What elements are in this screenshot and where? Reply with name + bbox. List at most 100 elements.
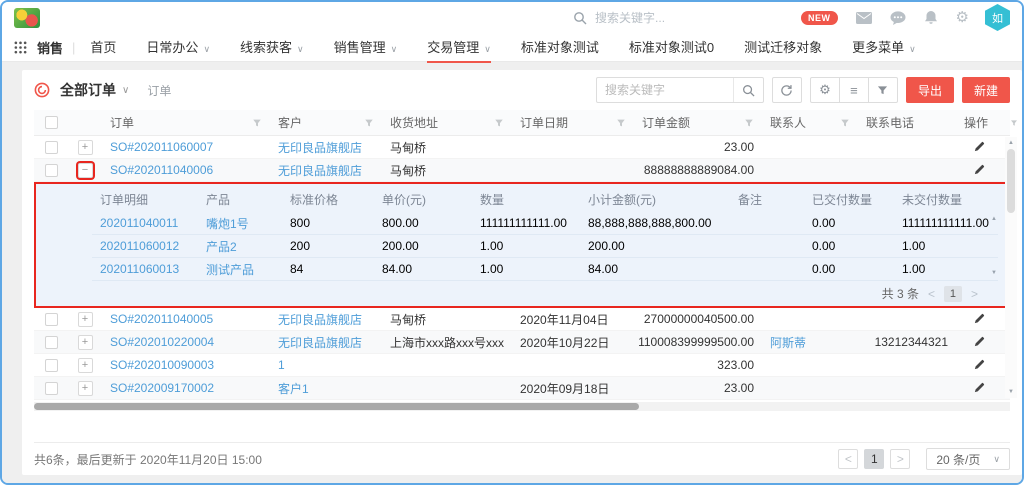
- row-checkbox[interactable]: [45, 141, 58, 154]
- horizontal-scroll-thumb[interactable]: [34, 403, 639, 410]
- nav-item-4[interactable]: 交易管理∨: [427, 33, 491, 62]
- customer-cell: 无印良品旗舰店: [270, 159, 382, 181]
- detail-id-link[interactable]: 202011060012: [100, 239, 179, 253]
- horizontal-scrollbar[interactable]: [34, 402, 1010, 411]
- customer-link[interactable]: 1: [278, 358, 285, 372]
- settings-button[interactable]: ⚙: [810, 77, 840, 103]
- order-table: 订单客户收货地址订单日期订单金额联系人联系电话操作 +SO#2020110600…: [34, 110, 1010, 411]
- export-button[interactable]: 导出: [906, 77, 954, 103]
- row-checkbox[interactable]: [45, 382, 58, 395]
- view-title[interactable]: 全部订单: [60, 80, 116, 100]
- next-page-button[interactable]: >: [890, 449, 910, 469]
- detail-product-link[interactable]: 嘴炮1号: [206, 217, 249, 231]
- filter-icon[interactable]: [616, 118, 626, 128]
- user-avatar[interactable]: 如: [985, 4, 1010, 31]
- refresh-button[interactable]: [772, 77, 802, 103]
- customer-link[interactable]: 无印良品旗舰店: [278, 311, 362, 328]
- detail-scroll-up-icon[interactable]: ▲: [991, 216, 997, 222]
- row-checkbox[interactable]: [45, 359, 58, 372]
- edit-icon[interactable]: [972, 141, 985, 154]
- nav-item-1[interactable]: 日常办公∨: [146, 33, 210, 62]
- order-amount-text: 23.00: [724, 140, 754, 154]
- customer-link[interactable]: 无印良品旗舰店: [278, 334, 362, 351]
- nav-item-6[interactable]: 标准对象测试0: [629, 33, 714, 62]
- order-link[interactable]: SO#202010090003: [110, 358, 214, 372]
- gear-icon[interactable]: ⚙: [956, 10, 969, 25]
- edit-icon[interactable]: [972, 382, 985, 395]
- expander-cell: +: [68, 331, 102, 353]
- detail-current-page[interactable]: 1: [944, 286, 962, 302]
- filter-icon[interactable]: [494, 118, 504, 128]
- detail-next-page-icon[interactable]: >: [971, 287, 978, 301]
- order-link[interactable]: SO#202009170002: [110, 381, 214, 395]
- edit-icon[interactable]: [972, 313, 985, 326]
- apps-grid-icon[interactable]: [14, 41, 27, 54]
- scroll-up-arrow-icon[interactable]: ▲: [1008, 140, 1014, 146]
- filter-icon[interactable]: [252, 118, 262, 128]
- expand-row-button[interactable]: +: [78, 312, 93, 327]
- detail-scrollbar[interactable]: ▲▼: [989, 216, 999, 276]
- expand-row-button[interactable]: +: [78, 140, 93, 155]
- page-size-select[interactable]: 20 条/页 ∨: [926, 448, 1010, 470]
- customer-link[interactable]: 无印良品旗舰店: [278, 162, 362, 179]
- detail-id-link[interactable]: 202011040011: [100, 216, 178, 230]
- contact-link[interactable]: 阿斯蒂: [770, 334, 806, 351]
- expander-header-cell: [68, 110, 102, 135]
- row-checkbox[interactable]: [45, 313, 58, 326]
- bell-icon[interactable]: [924, 10, 938, 25]
- order-link[interactable]: SO#202010220004: [110, 335, 214, 349]
- customer-link[interactable]: 无印良品旗舰店: [278, 139, 362, 156]
- expand-row-button[interactable]: +: [78, 335, 93, 350]
- customer-cell: 1: [270, 354, 382, 376]
- nav-item-0[interactable]: 首页: [90, 33, 116, 62]
- detail-product-link[interactable]: 测试产品: [206, 263, 254, 277]
- column-menu-button[interactable]: ≡: [839, 77, 869, 103]
- view-chevron-down-icon[interactable]: ∨: [122, 85, 129, 96]
- nav-item-3[interactable]: 销售管理∨: [334, 33, 398, 62]
- app-name[interactable]: 销售: [37, 38, 63, 57]
- create-button[interactable]: 新建: [962, 77, 1010, 103]
- nav-item-8[interactable]: 更多菜单∨: [852, 33, 916, 62]
- detail-scroll-down-icon[interactable]: ▼: [991, 270, 997, 276]
- global-search[interactable]: 搜索关键字...: [573, 9, 723, 26]
- mail-icon[interactable]: [856, 12, 872, 24]
- list-search-input[interactable]: [597, 83, 733, 97]
- filter-icon[interactable]: [364, 118, 374, 128]
- detail-header-row: 订单明细产品标准价格单价(元)数量小计金额(元)备注已交付数量未交付数量: [92, 187, 998, 212]
- address-text: 马甸桥: [390, 162, 426, 179]
- order-link[interactable]: SO#202011040006: [110, 163, 213, 177]
- row-checkbox[interactable]: [45, 336, 58, 349]
- row-checkbox[interactable]: [45, 164, 58, 177]
- detail-prev-page-icon[interactable]: <: [928, 287, 935, 301]
- list-search-button[interactable]: [733, 78, 763, 102]
- collapse-row-button[interactable]: −: [78, 163, 93, 178]
- customer-link[interactable]: 客户1: [278, 380, 309, 397]
- expand-row-button[interactable]: +: [78, 381, 93, 396]
- prev-page-button[interactable]: <: [838, 449, 858, 469]
- order-link[interactable]: SO#202011040005: [110, 312, 213, 326]
- filter-button[interactable]: [868, 77, 898, 103]
- edit-icon[interactable]: [972, 164, 985, 177]
- select-all-checkbox[interactable]: [45, 116, 58, 129]
- edit-icon[interactable]: [972, 336, 985, 349]
- detail-footer: 共 3 条<1>: [36, 281, 1008, 306]
- nav-item-7[interactable]: 测试迁移对象: [744, 33, 822, 62]
- chat-icon[interactable]: [890, 11, 906, 25]
- app-logo[interactable]: [14, 8, 40, 28]
- edit-icon[interactable]: [972, 359, 985, 372]
- detail-product-link[interactable]: 产品2: [206, 240, 237, 254]
- expand-row-button[interactable]: +: [78, 358, 93, 373]
- vertical-scrollbar[interactable]: ▲ ▼: [1005, 137, 1017, 398]
- vertical-scroll-thumb[interactable]: [1007, 149, 1015, 213]
- order-link[interactable]: SO#202011060007: [110, 140, 213, 154]
- filter-icon[interactable]: [840, 118, 850, 128]
- customer-cell: 无印良品旗舰店: [270, 136, 382, 158]
- contact-cell: [762, 308, 858, 330]
- view-scope-icon[interactable]: [34, 82, 50, 98]
- scroll-down-arrow-icon[interactable]: ▼: [1008, 389, 1014, 395]
- nav-item-2[interactable]: 线索获客∨: [240, 33, 304, 62]
- current-page[interactable]: 1: [864, 449, 884, 469]
- detail-id-link[interactable]: 202011060013: [100, 262, 179, 276]
- filter-icon[interactable]: [744, 118, 754, 128]
- nav-item-5[interactable]: 标准对象测试: [521, 33, 599, 62]
